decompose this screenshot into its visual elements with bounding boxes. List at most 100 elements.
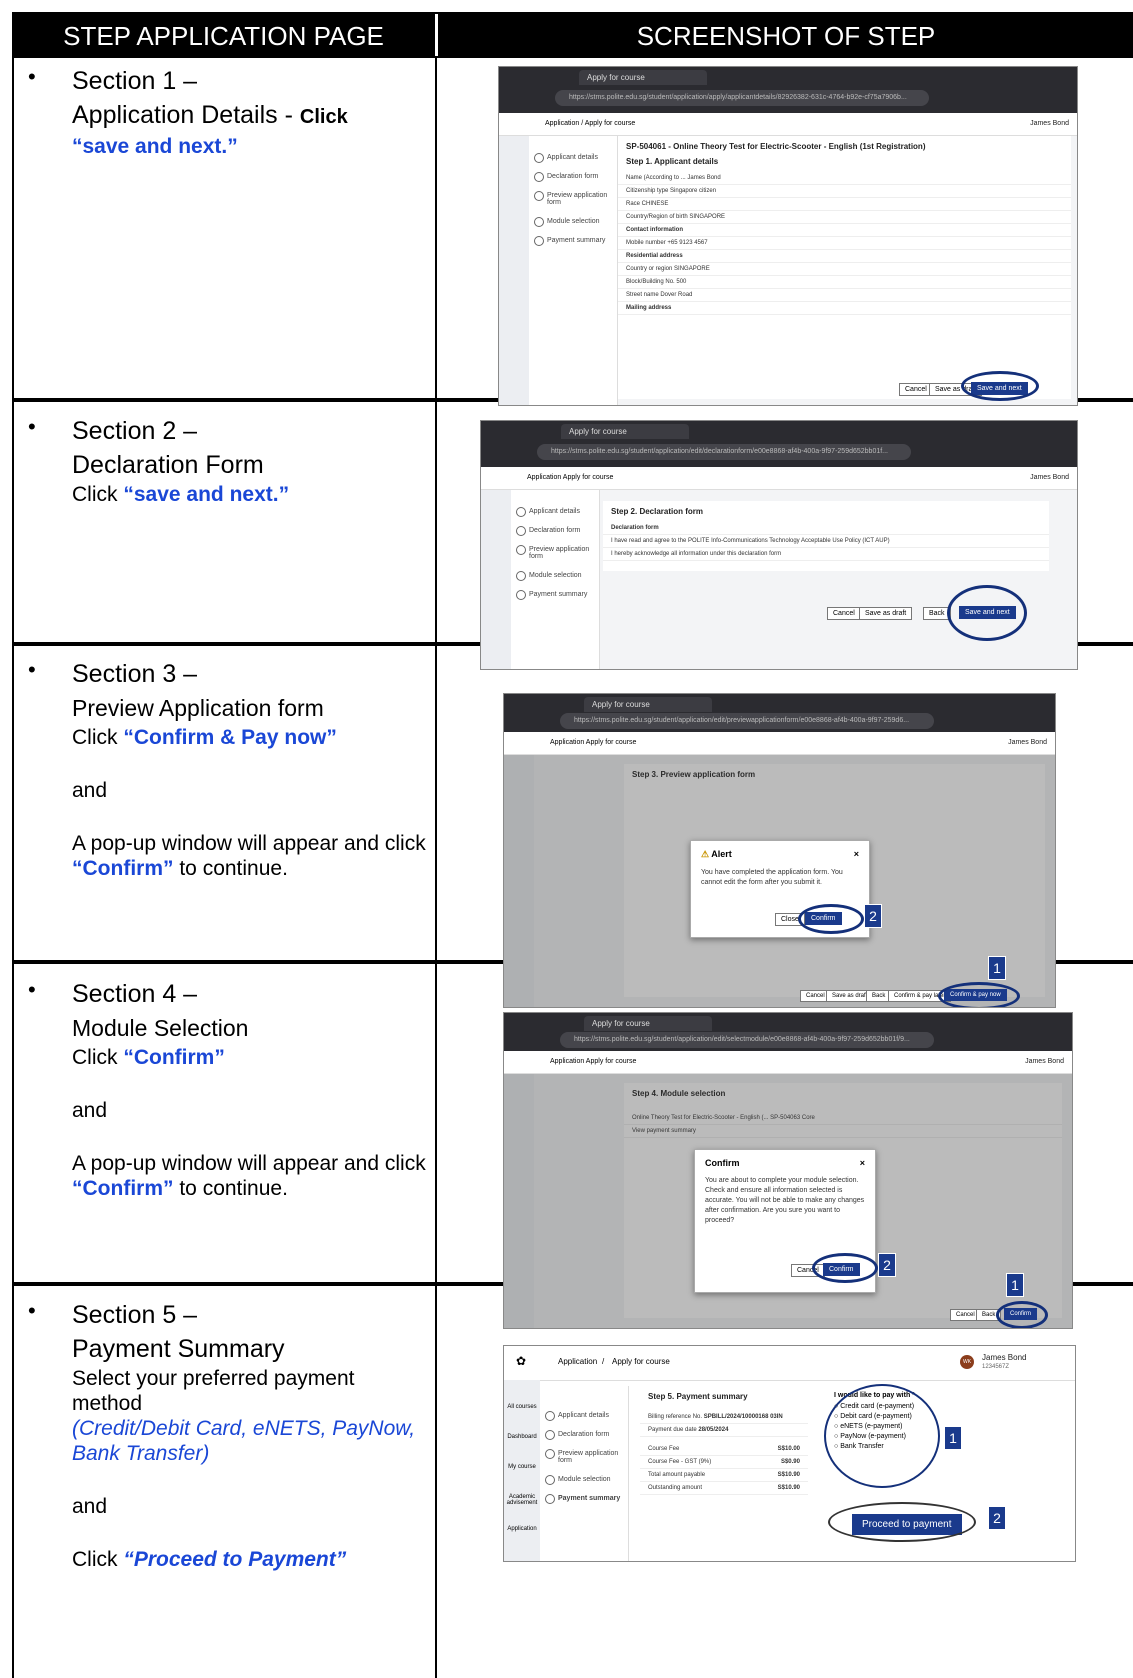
bullet: • <box>28 977 36 1002</box>
step-item: Declaration form <box>511 521 599 540</box>
screenshot-section-1: Apply for course https://stms.polite.edu… <box>498 66 1078 406</box>
avatar[interactable]: WK <box>960 1355 974 1369</box>
user-name: James Bond <box>1025 1058 1064 1065</box>
due-date-value: 28/05/2024 <box>698 1427 729 1433</box>
close-icon[interactable]: × <box>854 849 859 859</box>
dialog-body: You have completed the application form.… <box>701 869 843 886</box>
detail-row: Race CHINESE <box>618 198 1071 211</box>
sidebar-item-application[interactable]: Application <box>504 1526 540 1532</box>
bullet: • <box>28 657 36 682</box>
app-sidebar <box>481 490 511 669</box>
browser-tab: Apply for course <box>584 1016 712 1031</box>
section-1-subtitle: Application Details - Click <box>72 98 426 134</box>
and-text: and <box>72 779 108 802</box>
popup-end: to continue. <box>179 857 288 880</box>
sidebar-item-all-courses[interactable]: All courses <box>504 1404 540 1410</box>
step-marker-2: 2 <box>864 904 882 928</box>
course-title: SP-504061 - Online Theory Test for Elect… <box>626 142 926 151</box>
dialog-title: Confirm <box>705 1158 740 1168</box>
cancel-button[interactable]: Cancel <box>899 383 933 396</box>
steps-panel: Applicant details Declaration form Previ… <box>529 136 618 405</box>
column-divider <box>435 58 437 1678</box>
highlight-oval <box>812 1253 878 1283</box>
sidebar-item-my-course[interactable]: My course <box>504 1464 540 1470</box>
step-item: Module selection <box>540 1470 628 1489</box>
section-1-click-target: “save and next.” <box>72 135 238 158</box>
user-id: 1234567Z <box>982 1364 1010 1370</box>
main-content: Step 2. Declaration form Declaration for… <box>603 501 1049 571</box>
fee-label: Course Fee - GST (9%) <box>648 1459 712 1465</box>
steps-panel: Applicant details Declaration form Previ… <box>540 1386 629 1561</box>
app-sidebar: All courses Dashboard My course Academic… <box>504 1380 540 1561</box>
billing-label: Billing reference No. <box>648 1414 703 1420</box>
section-5-title: Section 5 – <box>72 1301 198 1329</box>
main-content: SP-504061 - Online Theory Test for Elect… <box>618 136 1071 399</box>
highlight-oval <box>961 371 1039 401</box>
detail-row: Country/Region of birth SINGAPORE <box>618 211 1071 224</box>
table-header: STEP APPLICATION PAGE SCREENSHOT OF STEP <box>12 12 1133 58</box>
fee-value: S$10.90 <box>777 1472 800 1478</box>
app-sidebar <box>499 136 529 405</box>
detail-row: Declaration form <box>603 522 1049 535</box>
user-name: James Bond <box>1030 120 1069 127</box>
section-3-title: Section 3 – <box>72 660 198 688</box>
declaration-checkbox[interactable]: I hereby acknowledge all information und… <box>603 548 1049 561</box>
detail-row: Street name Dover Road <box>618 289 1071 302</box>
section-4-title: Section 4 – <box>72 980 198 1008</box>
detail-row: Mobile number +65 9123 4567 <box>618 237 1071 250</box>
screenshot-section-3: Apply for course https://stms.polite.edu… <box>503 693 1056 1008</box>
table-border-left <box>12 58 14 1678</box>
step-item: Payment summary <box>511 585 599 604</box>
detail-row: Contact information <box>618 224 1071 237</box>
address-bar: https://stms.polite.edu.sg/student/appli… <box>555 90 929 106</box>
browser-chrome: Apply for course https://stms.polite.edu… <box>481 421 1077 467</box>
step-marker-2: 2 <box>988 1506 1006 1530</box>
user-name: James Bond <box>1030 474 1069 481</box>
screenshot-section-4: Apply for course https://stms.polite.edu… <box>503 1012 1073 1329</box>
payment-summary-panel: Step 5. Payment summary Billing referenc… <box>640 1386 808 1556</box>
section-3-name: Preview Application form <box>72 695 324 721</box>
browser-chrome: Apply for course https://stms.polite.edu… <box>504 694 1055 732</box>
section-2-name: Declaration Form <box>72 451 264 479</box>
steps-panel: Applicant details Declaration form Previ… <box>511 490 600 669</box>
breadcrumb-application[interactable]: Application <box>558 1357 597 1366</box>
step-item: Applicant details <box>529 148 617 167</box>
step-item: Payment summary <box>529 231 617 250</box>
section-5-name: Payment Summary <box>72 1335 285 1363</box>
popup-instruction: A pop-up window will appear and click <box>72 832 426 855</box>
step-heading: Step 2. Declaration form <box>611 507 704 516</box>
save-as-draft-button[interactable]: Save as draft <box>859 607 913 620</box>
fee-value: S$10.00 <box>777 1446 800 1452</box>
breadcrumb-separator: / <box>602 1357 605 1366</box>
detail-row: Mailing address <box>618 302 1071 315</box>
fee-label: Outstanding amount <box>648 1485 703 1491</box>
section-3-click-target: “Confirm & Pay now” <box>123 726 337 749</box>
step-item: Declaration form <box>529 167 617 186</box>
fee-value: S$10.90 <box>777 1485 800 1491</box>
payment-methods-list: (Credit/Debit Card, eNETS, PayNow, Bank … <box>72 1417 416 1465</box>
breadcrumb: Application / Apply for course <box>545 120 636 127</box>
breadcrumb: Application Apply for course <box>550 1058 637 1065</box>
click-word: Click <box>72 726 118 749</box>
section-1-text: • Section 1 – Application Details - Clic… <box>26 64 426 159</box>
screenshot-section-2: Apply for course https://stms.polite.edu… <box>480 420 1078 670</box>
browser-chrome: Apply for course https://stms.polite.edu… <box>504 1013 1072 1051</box>
address-bar: https://stms.polite.edu.sg/student/appli… <box>560 1032 934 1048</box>
close-icon[interactable]: × <box>860 1158 865 1168</box>
step-item: Module selection <box>511 566 599 585</box>
bullet: • <box>28 64 36 89</box>
highlight-oval <box>938 982 1020 1007</box>
cancel-button[interactable]: Cancel <box>827 607 861 620</box>
detail-row: Country or region SINGAPORE <box>618 263 1071 276</box>
highlight-oval <box>798 904 864 934</box>
step-item: Applicant details <box>511 502 599 521</box>
sidebar-item-academic-advisement[interactable]: Academic advisement <box>504 1494 540 1506</box>
browser-chrome: Apply for course https://stms.polite.edu… <box>499 67 1077 113</box>
dialog-body: You are about to complete your module se… <box>705 1177 865 1224</box>
browser-tab: Apply for course <box>579 70 707 85</box>
highlight-oval <box>824 1384 940 1488</box>
sidebar-item-dashboard[interactable]: Dashboard <box>504 1434 540 1440</box>
fee-label: Total amount payable <box>648 1472 706 1478</box>
section-2-text: • Section 2 – Declaration Form Click “sa… <box>26 414 426 507</box>
address-bar: https://stms.polite.edu.sg/student/appli… <box>560 713 934 729</box>
